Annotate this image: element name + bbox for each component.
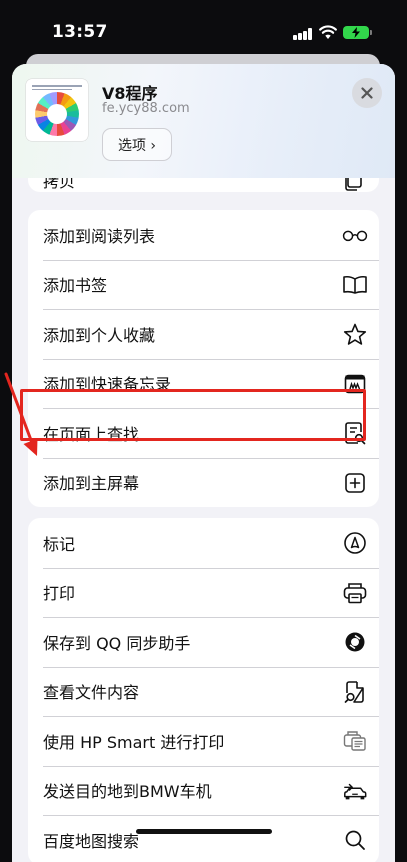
search-icon [342,827,368,853]
print-row[interactable]: 打印 [28,567,379,618]
glasses-icon [342,222,368,248]
add-bookmark-row[interactable]: 添加书签 [28,259,379,310]
star-icon [342,321,368,347]
add-to-reading-list-row[interactable]: 添加到阅读列表 [28,210,379,260]
share-sheet: V8程序 fe.ycy88.com 选项 › 拷贝 添加到阅读列表 添加书签 添… [12,64,395,862]
car-icon [342,778,368,804]
add-to-favorites-row[interactable]: 添加到个人收藏 [28,309,379,359]
screen: 13:57 V8程序 fe.ycy88.com 选项 › 拷贝 添加到阅读列表 … [0,0,407,862]
save-to-qq-sync-row[interactable]: 保存到 QQ 同步助手 [28,617,379,667]
row-label: 百度地图搜索 [43,831,140,851]
row-label: 添加到个人收藏 [43,325,156,345]
status-time: 13:57 [52,22,108,42]
row-label: 保存到 QQ 同步助手 [43,633,191,653]
book-icon [342,272,368,298]
share-sheet-header: V8程序 fe.ycy88.com 选项 › [12,64,395,178]
copy-row-partial[interactable]: 拷贝 [28,178,379,192]
close-button[interactable] [352,78,382,108]
red-arrow-annotation [4,372,38,456]
site-thumbnail [26,79,88,141]
send-to-bmw-row[interactable]: 发送目的地到BMW车机 [28,765,379,816]
battery-charging-icon [343,26,372,39]
action-group-2: 标记 打印 保存到 QQ 同步助手 查看文件内容 使用 HP Smart 进行打… [28,518,379,862]
markup-row[interactable]: 标记 [28,518,379,568]
row-label: 标记 [43,534,76,554]
options-button[interactable]: 选项 › [102,128,172,161]
add-square-icon [342,470,368,496]
printer-icon [342,580,368,606]
home-indicator [136,829,272,834]
status-bar: 13:57 [0,0,407,56]
markup-icon [342,530,368,556]
highlight-box [20,389,366,441]
row-label: 添加到阅读列表 [43,226,156,246]
action-group-1: 添加到阅读列表 添加书签 添加到个人收藏 添加到快速备忘录 在页面上查找 添加到… [28,210,379,507]
qq-sync-icon [342,629,368,655]
close-icon [361,87,373,99]
color-wheel-icon [35,92,79,136]
hp-smart-print-row[interactable]: 使用 HP Smart 进行打印 [28,716,379,766]
row-label: 查看文件内容 [43,683,140,703]
copy-label: 拷贝 [43,178,76,191]
row-label: 添加到主屏幕 [43,474,140,494]
wifi-icon [319,24,337,40]
view-file-content-row[interactable]: 查看文件内容 [28,666,379,717]
view-file-icon [342,679,368,705]
copy-icon [343,178,363,192]
cellular-signal-icon [293,28,313,40]
row-label: 添加书签 [43,276,108,296]
row-label: 发送目的地到BMW车机 [43,782,212,802]
row-label: 打印 [43,584,76,604]
site-url: fe.ycy88.com [102,101,190,116]
row-label: 使用 HP Smart 进行打印 [43,732,225,752]
hp-print-icon [342,728,368,754]
baidu-map-search-row[interactable]: 百度地图搜索 [28,815,379,862]
add-to-home-screen-row[interactable]: 添加到主屏幕 [28,457,379,508]
